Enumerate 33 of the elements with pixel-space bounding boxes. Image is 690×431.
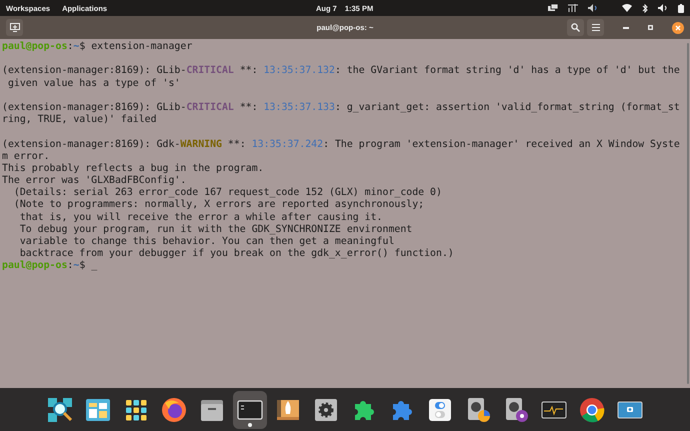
terminal-line: (extension-manager:8169): GLib-CRITICAL **: 13:35:37.132: the GVariant format string 'd' has a type of 'd' but the (2, 65, 680, 78)
terminal-icon[interactable] (233, 390, 267, 428)
terminal-line: variable to change this behavior. You can then get a meaningful (18, 236, 394, 248)
menu-icon (592, 24, 600, 31)
terminal-line: that is, you will receive the error a while after causing it. (18, 212, 382, 224)
terminal-line: m error. (2, 150, 50, 163)
terminal-line: (extension-manager:8169): GLib-CRITICAL **: 13:35:37.133: g_variant_get: assertion 'valid_format_string (format_st (2, 102, 680, 114)
terminal-line: (Details: serial 263 error_code 167 request_code 152 (GLX) minor_code 0) (12, 187, 442, 200)
maximize-button[interactable] (648, 25, 653, 30)
signal-bars-icon[interactable] (568, 4, 578, 12)
bluetooth-icon[interactable] (642, 4, 648, 12)
search-button[interactable] (567, 19, 584, 36)
terminal-line: (Note to programmers: normally, X errors are reported asynchronously; (12, 199, 424, 212)
new-tab-button[interactable] (6, 19, 23, 36)
terminal-line: The error was 'GLXBadFBConfig'. (2, 175, 186, 188)
wifi-icon[interactable] (622, 4, 632, 12)
terminal-line: ring, TRUE, value)' failed (2, 114, 157, 126)
terminal-line: To debug your program, run it with the GDK_SYNCHRONIZE environment (18, 224, 412, 236)
volume-icon[interactable] (658, 4, 668, 12)
menu-button[interactable] (587, 19, 604, 36)
volume-icon[interactable] (588, 4, 598, 12)
battery-icon[interactable] (678, 4, 684, 12)
terminal-line: paul@pop-os:~$ _ (2, 260, 98, 273)
terminal-line: (extension-manager:8169): Gdk-WARNING **: 13:35:37.242: The program 'extension-manager' received an X Window Syste (2, 138, 680, 151)
new-tab-icon (10, 23, 20, 32)
terminal-line: paul@pop-os:~$ extension-manager (2, 41, 192, 54)
minimize-button[interactable] (623, 26, 629, 28)
terminal-line: backtrace from your debugger if you break on the gdk_x_error() function.) (18, 248, 454, 260)
search-icon (571, 23, 580, 32)
terminal-line: This probably reflects a bug in the program. (2, 162, 264, 176)
display-icon[interactable] (548, 4, 558, 12)
terminal-line: given value has a type of 's' (6, 78, 180, 90)
close-button[interactable] (672, 22, 684, 34)
